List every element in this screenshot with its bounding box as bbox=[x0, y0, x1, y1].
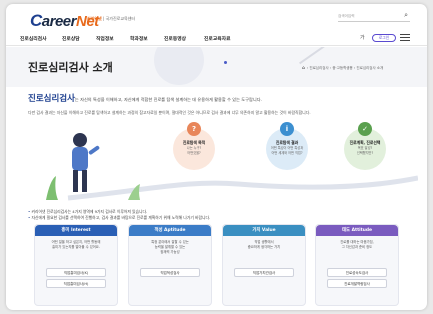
nav-item-major[interactable]: 학과정보 bbox=[130, 35, 148, 42]
aptitude-test-button[interactable]: 직업적성검사 bbox=[140, 268, 200, 277]
deco-line bbox=[299, 47, 333, 65]
search-placeholder: 검색어입력 bbox=[338, 14, 355, 18]
nav-item-test[interactable]: 진로심리검사 bbox=[20, 35, 46, 42]
search-input[interactable]: 검색어입력 ⌕ bbox=[338, 11, 410, 22]
card-aptitude-desc: 특정 분야에서 잘할 수 있는 능력을 발휘할 수 있는 잠재력 가능성 bbox=[151, 240, 189, 254]
card-aptitude: 적성 Aptitude 특정 분야에서 잘할 수 있는 능력을 발휘할 수 있는… bbox=[128, 224, 212, 306]
maturity-test-button[interactable]: 진로성숙도검사 bbox=[327, 268, 387, 277]
main-nav: 진로심리검사 진로상담 직업정보 학과정보 진로동영상 진로교육자료 가 로그인 bbox=[6, 32, 427, 46]
title-band: 진로심리검사 소개 ⌂ › 진로심리검사 › 중·고등학생용 › 진로심리검사 소… bbox=[6, 47, 427, 87]
nav-item-video[interactable]: 진로동영상 bbox=[164, 35, 186, 42]
note-item: 자신에게 필요한 검사를 선택하여 진행하고, 검사 결과를 바탕으로 진로를 … bbox=[28, 215, 408, 221]
test-cards: 흥미 Interest 어떤 일을 하고 싶은지, 어떤 활동에 흥미가 있는지… bbox=[34, 224, 399, 310]
nav-item-material[interactable]: 진로교육자료 bbox=[204, 35, 230, 42]
page-title: 진로심리검사 소개 bbox=[28, 61, 113, 74]
bubble-plan-desc: 목표 달성? 선택했지만? bbox=[356, 146, 374, 155]
deco-dot bbox=[224, 61, 227, 64]
sub-brand-rest: | 국가진로교육센터 bbox=[101, 16, 136, 21]
menu-icon[interactable] bbox=[400, 34, 410, 42]
intro-highlight: 진로심리검사 bbox=[28, 94, 75, 104]
card-attitude-desc: 진로를 대하는 마음가짐, 그 자신감과 준비 정도 bbox=[340, 240, 374, 249]
logo-career: areer bbox=[41, 13, 77, 30]
card-interest: 흥미 Interest 어떤 일을 하고 싶은지, 어떤 활동에 흥미가 있는지… bbox=[34, 224, 118, 306]
card-attitude: 태도 Attitude 진로를 대하는 마음가짐, 그 자신감과 준비 정도 진… bbox=[315, 224, 399, 306]
intro-paragraph: 진로심리검사는 자신의 특성을 이해하고, 자신에게 적합한 진로를 탐색 설계… bbox=[28, 94, 408, 104]
intro-line2: 다만 검사 결과는 자신을 이해하고 진로를 탐색하고 설계하는 과정의 참고자… bbox=[28, 110, 311, 115]
login-button[interactable]: 로그인 bbox=[372, 34, 396, 42]
person-figure bbox=[72, 133, 100, 192]
question-icon: ? bbox=[187, 122, 201, 136]
info-icon: i bbox=[280, 122, 294, 136]
bubble-plan: ✓ 진로계획, 진로선택 목표 달성? 선택했지만? bbox=[344, 122, 386, 170]
check-icon: ✓ bbox=[358, 122, 372, 136]
card-interest-head: 흥미 Interest bbox=[35, 225, 117, 236]
bubble-purpose: ? 진로탐색 목적 나는 누구? 어떤것을? bbox=[173, 122, 215, 170]
top-header: CareerNet 커리어넷 | 국가진로교육센터 검색어입력 ⌕ bbox=[6, 4, 427, 32]
font-size-toggle[interactable]: 가 bbox=[360, 34, 365, 41]
bubble-purpose-desc: 나는 누구? 어떤것을? bbox=[186, 146, 202, 155]
card-attitude-head: 태도 Attitude bbox=[316, 225, 398, 236]
breadcrumb-path: › 진로심리검사 › 중·고등학생용 › 진로심리검사 소개 bbox=[306, 66, 384, 70]
value-test-button[interactable]: 직업가치관검사 bbox=[234, 268, 294, 277]
card-aptitude-head: 적성 Aptitude bbox=[129, 225, 211, 236]
card-value-head: 가치 Value bbox=[223, 225, 305, 236]
intro-line1: 는 자신의 특성을 이해하고, 자신에게 적합한 진로를 탐색 설계하는 데 유… bbox=[74, 97, 262, 102]
breadcrumb: ⌂ › 진로심리검사 › 중·고등학생용 › 진로심리검사 소개 bbox=[302, 66, 383, 71]
browser-page: CareerNet 커리어넷 | 국가진로교육센터 검색어입력 ⌕ 진로심리검사… bbox=[6, 4, 427, 310]
card-value: 가치 Value 직업 생활에서 중요하게 생각하는 가치 직업가치관검사 bbox=[222, 224, 306, 306]
bubble-result: i 진로탐색 결과 어떤 특성이 어떤 특성과 어떤 세계와 어떤 직업? bbox=[266, 122, 308, 170]
card-interest-desc: 어떤 일을 하고 싶은지, 어떤 활동에 흥미가 있는지를 알아볼 수 있어요. bbox=[51, 240, 101, 249]
deco-circle bbox=[154, 47, 204, 85]
notes-list: 커리어넷 진로심리검사는 4가지 영역에 9가지 검사로 이루어져 있습니다. … bbox=[28, 209, 408, 221]
card-value-desc: 직업 생활에서 중요하게 생각하는 가치 bbox=[247, 240, 281, 249]
career-illustration: ? 진로탐색 목적 나는 누구? 어떤것을? i 진로탐색 결과 어떤 특성이 … bbox=[28, 120, 419, 206]
nav-item-job[interactable]: 직업정보 bbox=[96, 35, 114, 42]
home-icon[interactable]: ⌂ bbox=[302, 66, 305, 71]
interest-test-k-button[interactable]: 직업흥미검사(K) bbox=[46, 268, 106, 277]
logo-c: C bbox=[30, 11, 42, 30]
sub-brand: 커리어넷 | 국가진로교육센터 bbox=[87, 16, 135, 22]
nav-item-counsel[interactable]: 진로상담 bbox=[62, 35, 80, 42]
interest-test-h-button[interactable]: 직업흥미검사(H) bbox=[46, 279, 106, 288]
competency-test-button[interactable]: 진로개발역량검사 bbox=[327, 279, 387, 288]
search-icon[interactable]: ⌕ bbox=[404, 11, 408, 20]
bubble-result-desc: 어떤 특성이 어떤 특성과 어떤 세계와 어떤 직업? bbox=[270, 146, 304, 155]
sub-brand-accent: 커리어넷 bbox=[87, 16, 102, 21]
